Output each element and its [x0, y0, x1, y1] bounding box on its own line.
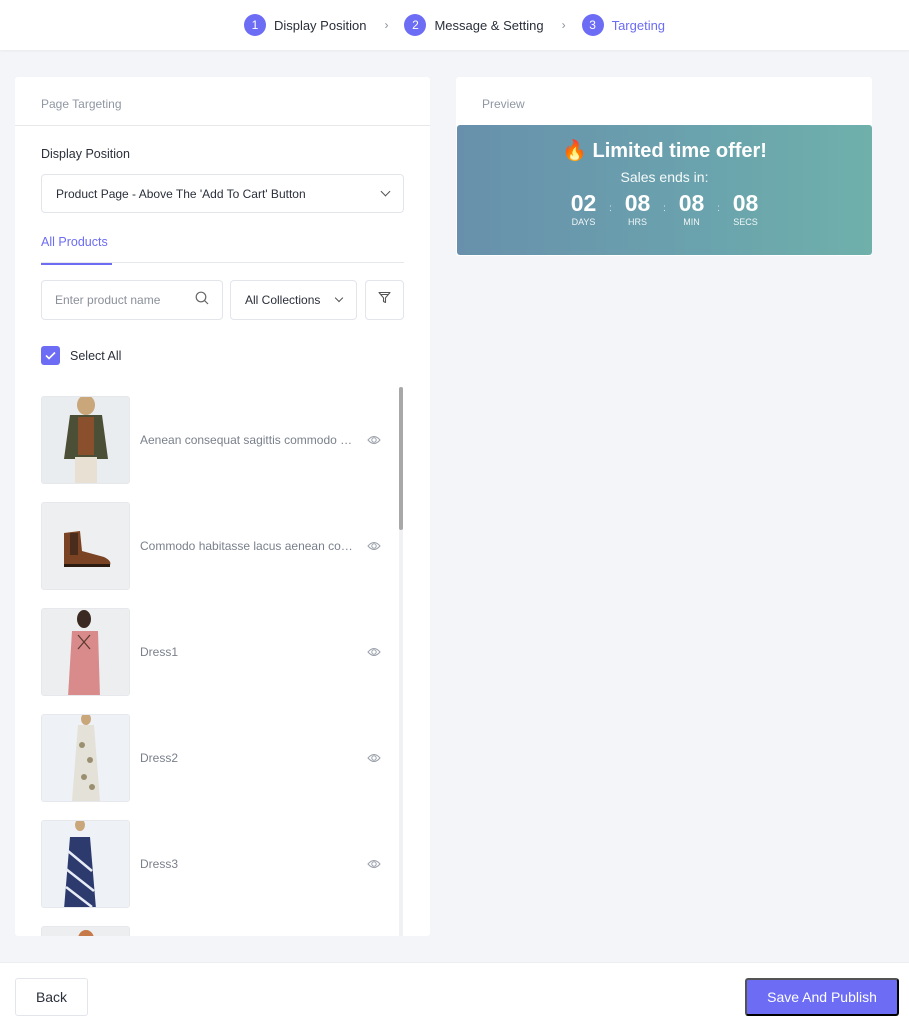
countdown-value: 02 — [570, 190, 597, 216]
countdown-separator: : — [609, 203, 612, 214]
product-name: Commodo habitasse lacus aenean consequat — [140, 539, 358, 553]
countdown-timer: 02 DAYS : 08 HRS : 08 MIN : 08 SECS — [457, 191, 872, 227]
filter-icon — [378, 291, 391, 309]
step-label: Display Position — [273, 17, 367, 33]
eye-icon[interactable] — [367, 433, 381, 451]
stepper: 1 Display Position › 2 Message & Setting… — [0, 0, 909, 50]
card-title: Preview — [482, 97, 525, 111]
page-targeting-card: Page Targeting Display Position Product … — [15, 77, 430, 936]
banner-title-text: Limited time offer! — [592, 140, 767, 162]
select-value: Product Page - Above The 'Add To Cart' B… — [56, 186, 306, 201]
product-name: Aenean consequat sagittis commodo nunc — [140, 433, 358, 447]
search-input[interactable] — [55, 293, 185, 307]
product-image — [41, 608, 130, 696]
product-tabs: All Products — [41, 233, 404, 265]
countdown-label: DAYS — [571, 217, 596, 227]
countdown-value: 08 — [678, 190, 705, 216]
eye-icon[interactable] — [367, 751, 381, 769]
countdown-days: 02 DAYS — [563, 191, 605, 227]
banner-subtitle: Sales ends in: — [620, 169, 709, 185]
save-and-publish-button[interactable]: Save And Publish — [745, 978, 899, 1016]
select-all-label: Select All — [70, 348, 122, 363]
countdown-separator: : — [663, 203, 666, 214]
countdown-minutes: 08 MIN — [671, 191, 713, 227]
chevron-right-icon: › — [561, 18, 566, 32]
chevron-down-icon — [334, 293, 344, 303]
countdown-label: HRS — [627, 217, 647, 227]
list-item[interactable]: Commodo habitasse lacus aenean consequat — [41, 502, 381, 590]
card-title: Page Targeting — [15, 77, 430, 126]
banner-title: 🔥 Limited time offer! — [457, 138, 872, 163]
chevron-right-icon: › — [384, 18, 389, 32]
tab-all-products[interactable]: All Products — [41, 235, 112, 265]
fire-icon: 🔥 — [562, 140, 587, 162]
select-all-checkbox[interactable]: Select All — [41, 346, 121, 365]
chevron-down-icon — [380, 186, 391, 197]
product-image — [41, 820, 130, 908]
display-position-select[interactable]: Product Page - Above The 'Add To Cart' B… — [41, 174, 404, 213]
countdown-banner: 🔥 Limited time offer! Sales ends in: 02 … — [457, 125, 872, 255]
collections-select[interactable]: All Collections — [230, 280, 357, 320]
select-value: All Collections — [245, 293, 321, 307]
list-item[interactable]: Aenean consequat sagittis commodo nunc — [41, 396, 381, 484]
display-position-label: Display Position — [41, 147, 130, 161]
product-list: Aenean consequat sagittis commodo nunc C… — [41, 396, 404, 936]
step-number: 1 — [243, 14, 266, 36]
step-label: Targeting — [611, 17, 666, 33]
product-name: Dress3 — [140, 857, 179, 871]
countdown-value: 08 — [624, 190, 651, 216]
list-item[interactable]: Dress1 — [41, 608, 381, 696]
step-label: Message & Setting — [434, 17, 544, 33]
countdown-label: MIN — [683, 217, 700, 227]
product-name: Dress2 — [140, 751, 179, 765]
list-item[interactable]: Dress3 — [41, 820, 381, 908]
countdown-hours: 08 HRS — [617, 191, 659, 227]
eye-icon[interactable] — [367, 857, 381, 875]
list-item[interactable]: Dress2 — [41, 714, 381, 802]
back-button[interactable]: Back — [15, 978, 88, 1016]
checkmark-icon[interactable] — [41, 346, 60, 365]
search-icon[interactable] — [195, 291, 209, 310]
countdown-label: SECS — [733, 217, 758, 227]
list-item[interactable] — [41, 926, 381, 936]
product-search-field[interactable] — [41, 280, 223, 320]
product-image — [41, 502, 130, 590]
step-targeting[interactable]: 3 Targeting — [581, 14, 666, 36]
filter-button[interactable] — [365, 280, 404, 320]
product-name: Dress1 — [140, 645, 179, 659]
step-number: 2 — [404, 14, 427, 36]
countdown-separator: : — [717, 203, 720, 214]
eye-icon[interactable] — [367, 645, 381, 663]
step-display-position[interactable]: 1 Display Position — [243, 14, 367, 36]
step-message-setting[interactable]: 2 Message & Setting — [404, 14, 544, 36]
product-image — [41, 714, 130, 802]
eye-icon[interactable] — [367, 539, 381, 557]
step-number: 3 — [581, 14, 604, 36]
countdown-seconds: 08 SECS — [725, 191, 767, 227]
footer-bar: Back Save And Publish — [0, 962, 909, 1024]
countdown-value: 08 — [732, 190, 759, 216]
product-image — [41, 396, 130, 484]
scrollbar-thumb[interactable] — [399, 387, 403, 530]
product-image — [41, 926, 130, 936]
preview-card: Preview 🔥 Limited time offer! Sales ends… — [456, 77, 872, 256]
